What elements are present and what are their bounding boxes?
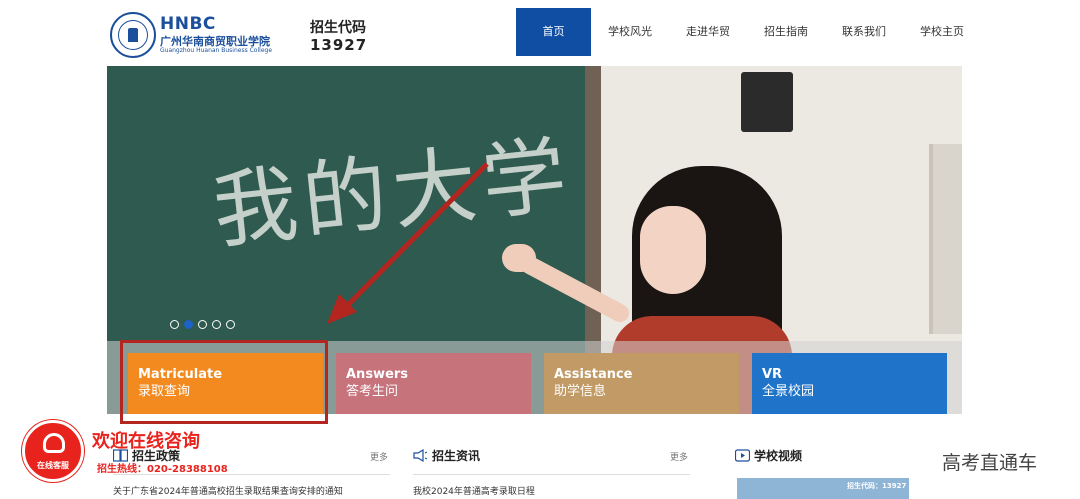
brand-abbreviation: HNBC: [160, 14, 216, 34]
watermark-text: 高考直通车: [942, 452, 1038, 474]
section-policy-more-link[interactable]: 更多: [370, 450, 388, 463]
nav-item-about[interactable]: 走进华贸: [669, 8, 747, 56]
headset-icon: [43, 433, 65, 453]
carousel-dot-4[interactable]: [212, 320, 221, 329]
annotation-highlight-box: [120, 340, 328, 424]
section-news-header: 招生资讯 更多: [413, 446, 690, 468]
nav-item-contact[interactable]: 联系我们: [825, 8, 903, 56]
section-news-title: 招生资讯: [432, 449, 481, 463]
nav-item-scenery[interactable]: 学校风光: [591, 8, 669, 56]
carousel-dot-5[interactable]: [226, 320, 235, 329]
carousel-dot-1[interactable]: [170, 320, 179, 329]
chat-consult-title[interactable]: 欢迎在线咨询: [92, 427, 200, 453]
admission-hotline: 招生热线：020-28388108: [97, 464, 228, 475]
school-video-thumbnail[interactable]: 招生代码：13927: [737, 478, 909, 499]
nav-item-home[interactable]: 首页: [516, 8, 591, 56]
section-news-more-link[interactable]: 更多: [670, 450, 688, 463]
carousel-dot-3[interactable]: [198, 320, 207, 329]
tile-english-label: Assistance: [554, 367, 633, 382]
video-thumb-caption: 招生代码：13927: [847, 482, 907, 490]
section-divider: [413, 474, 690, 475]
online-service-button[interactable]: 在线客服: [22, 420, 84, 482]
admission-code-value: 13927: [310, 36, 368, 54]
page: HNBC 广州华南商贸职业学院 Guangzhou Huanan Busines…: [0, 0, 1080, 499]
main-nav: 首页 学校风光 走进华贸 招生指南 联系我们 学校主页: [516, 8, 981, 56]
tile-chinese-label: 全景校园: [762, 384, 815, 399]
tile-vr[interactable]: VR 全景校园: [752, 353, 947, 414]
section-video-header: 学校视频: [735, 446, 910, 468]
admission-code-label: 招生代码: [310, 20, 366, 36]
tile-answers[interactable]: Answers 答考生问: [336, 353, 531, 414]
video-play-icon: [735, 449, 750, 462]
brand-english-name: Guangzhou Huanan Business College: [160, 47, 273, 54]
online-service-label: 在线客服: [37, 461, 69, 470]
carousel-dots: [170, 320, 235, 329]
college-logo-icon[interactable]: [110, 12, 156, 58]
tile-chinese-label: 答考生问: [346, 384, 399, 399]
megaphone-icon: [413, 449, 428, 462]
nav-item-admission-guide[interactable]: 招生指南: [747, 8, 825, 56]
nav-item-school-home[interactable]: 学校主页: [903, 8, 981, 56]
carousel-dot-2[interactable]: [184, 320, 193, 329]
tile-english-label: VR: [762, 367, 783, 382]
admission-news-item[interactable]: 我校2024年普通高考录取日程: [413, 484, 535, 497]
tile-assistance[interactable]: Assistance 助学信息: [544, 353, 739, 414]
policy-news-item[interactable]: 关于广东省2024年普通高校招生录取结果查询安排的通知: [113, 484, 343, 497]
site-header: HNBC 广州华南商贸职业学院 Guangzhou Huanan Busines…: [0, 0, 1080, 64]
tile-chinese-label: 助学信息: [554, 384, 607, 399]
tile-english-label: Answers: [346, 367, 409, 382]
section-video-title: 学校视频: [754, 449, 803, 463]
